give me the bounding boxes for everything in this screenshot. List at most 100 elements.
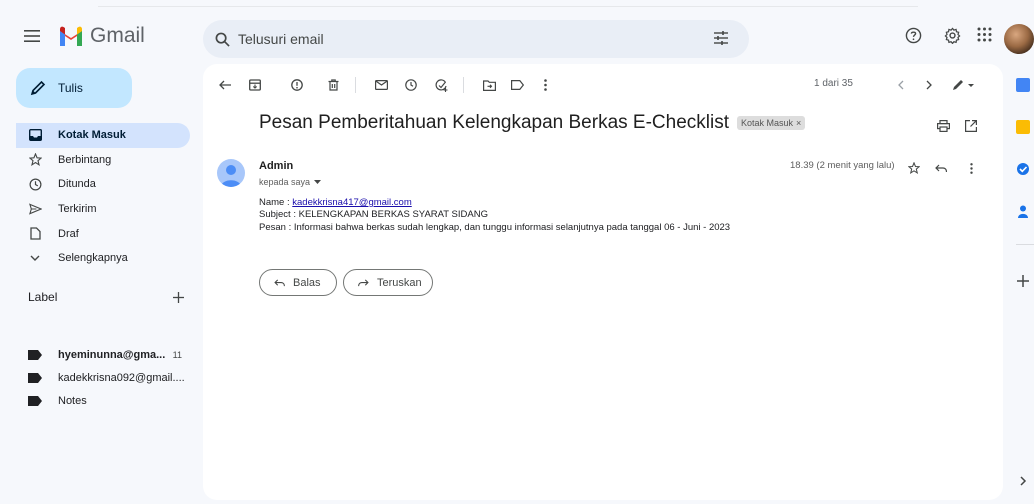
- email-timestamp: 18.39 (2 menit yang lalu): [790, 160, 895, 171]
- input-tools-button[interactable]: [951, 77, 977, 93]
- chevron-down-icon: [28, 251, 42, 265]
- label-button[interactable]: [509, 77, 525, 93]
- reply-icon-button[interactable]: [933, 160, 949, 176]
- contacts-icon[interactable]: [1016, 204, 1030, 218]
- archive-button[interactable]: [247, 77, 263, 93]
- more-actions-button[interactable]: [537, 77, 553, 93]
- search-icon[interactable]: [215, 32, 230, 47]
- body-subject-line: Subject : KELENGKAPAN BERKAS SYARAT SIDA…: [259, 209, 488, 221]
- expand-panel-icon[interactable]: [1016, 474, 1030, 488]
- sender-name[interactable]: Admin: [259, 160, 293, 172]
- toolbar-divider: [355, 77, 356, 93]
- label-tag-icon: [28, 372, 42, 383]
- reply-button[interactable]: Balas: [259, 269, 337, 296]
- sidebar-item-label: Draf: [58, 227, 79, 240]
- label-item[interactable]: Notes: [16, 389, 190, 412]
- chevron-left-icon: [898, 80, 904, 90]
- add-task-icon: [435, 78, 447, 92]
- settings-icon[interactable]: [944, 27, 961, 44]
- sidebar-item-starred[interactable]: Berbintang: [16, 148, 190, 173]
- plus-icon: [173, 291, 184, 303]
- pencil-icon: [30, 80, 46, 96]
- gmail-logo[interactable]: Gmail: [58, 24, 145, 48]
- sidebar-item-label: Kotak Masuk: [58, 129, 126, 142]
- newer-button[interactable]: [893, 77, 909, 93]
- compose-button[interactable]: Tulis: [16, 68, 132, 108]
- sidebar-item-drafts[interactable]: Draf: [16, 221, 190, 246]
- label-item[interactable]: kadekkrisna092@gmail....: [16, 366, 190, 389]
- recipient-details[interactable]: kepada saya: [259, 177, 322, 187]
- message-more-button[interactable]: [963, 160, 979, 176]
- sidebar-item-label: Terkirim: [58, 203, 97, 216]
- sidebar-item-more[interactable]: Selengkapnya: [16, 246, 190, 271]
- subject-row: Pesan Pemberitahuan Kelengkapan Berkas E…: [259, 112, 806, 134]
- report-spam-button[interactable]: [289, 77, 305, 93]
- reply-icon: [274, 279, 285, 287]
- back-button[interactable]: [217, 77, 233, 93]
- folder-move-icon: [482, 79, 496, 91]
- sidebar-nav: Kotak Masuk Berbintang Ditunda Terkirim …: [16, 123, 190, 271]
- compose-label: Tulis: [58, 81, 83, 95]
- inbox-label-chip[interactable]: Kotak Masuk ×: [737, 116, 806, 130]
- main-menu-button[interactable]: [20, 24, 44, 48]
- older-button[interactable]: [921, 77, 937, 93]
- recipient-label: kepada saya: [259, 177, 311, 187]
- sidebar-item-snoozed[interactable]: Ditunda: [16, 172, 190, 197]
- account-avatar[interactable]: [1004, 24, 1034, 54]
- open-new-window-button[interactable]: [963, 118, 979, 134]
- more-vert-icon: [969, 162, 973, 174]
- delete-button[interactable]: [325, 77, 341, 93]
- snooze-button[interactable]: [403, 77, 419, 93]
- caret-down-icon: [314, 180, 322, 184]
- mark-unread-button[interactable]: [373, 77, 389, 93]
- tasks-icon[interactable]: [1016, 162, 1030, 176]
- reply-icon: [935, 164, 947, 172]
- toolbar-divider: [463, 77, 464, 93]
- person-icon: [221, 165, 241, 187]
- forward-button[interactable]: Teruskan: [343, 269, 433, 296]
- apps-icon[interactable]: [977, 27, 992, 42]
- draft-icon: [28, 227, 42, 241]
- side-panel: [1008, 64, 1034, 504]
- remove-label-icon[interactable]: ×: [796, 118, 801, 128]
- sidebar-item-label: Selengkapnya: [58, 252, 128, 265]
- side-divider: [1016, 244, 1034, 245]
- keep-icon[interactable]: [1016, 120, 1030, 134]
- search-input[interactable]: [238, 31, 678, 47]
- top-divider: [98, 6, 918, 7]
- email-body: Name : kadekkrisna417@gmail.com Subject …: [259, 197, 730, 234]
- add-addon-icon[interactable]: [1016, 274, 1030, 288]
- move-to-button[interactable]: [481, 77, 497, 93]
- body-message-line: Pesan : Informasi bahwa berkas sudah len…: [259, 221, 731, 233]
- sender-avatar[interactable]: [217, 159, 245, 187]
- pagination-count: 1 dari 35: [814, 78, 853, 89]
- search-options-icon[interactable]: [713, 30, 729, 46]
- label-tag-icon: [28, 349, 42, 360]
- app-name: Gmail: [90, 24, 145, 47]
- inbox-icon: [28, 128, 42, 142]
- forward-icon: [358, 279, 369, 287]
- label-name: hyeminunna@gma...: [58, 348, 166, 361]
- calendar-icon[interactable]: [1016, 78, 1030, 92]
- print-button[interactable]: [935, 118, 951, 134]
- pen-dropdown-icon: [953, 80, 974, 90]
- label-name: Notes: [58, 394, 87, 407]
- add-task-button[interactable]: [433, 77, 449, 93]
- menu-icon: [24, 30, 40, 42]
- sidebar-item-sent[interactable]: Terkirim: [16, 197, 190, 222]
- label-count: 11: [172, 349, 182, 360]
- sidebar-item-inbox[interactable]: Kotak Masuk: [16, 123, 190, 148]
- add-label-button[interactable]: [173, 291, 184, 303]
- sidebar-item-label: Ditunda: [58, 178, 96, 191]
- star-button[interactable]: [906, 160, 922, 176]
- email-link[interactable]: kadekkrisna417@gmail.com: [292, 197, 411, 208]
- send-icon: [28, 202, 42, 216]
- label-item[interactable]: hyeminunna@gma... 11: [16, 343, 190, 366]
- body-name-line: Name : kadekkrisna417@gmail.com: [259, 197, 730, 209]
- star-icon: [28, 153, 42, 167]
- help-icon[interactable]: [905, 27, 922, 44]
- reply-label: Balas: [293, 276, 321, 289]
- body-name-prefix: Name :: [259, 197, 293, 208]
- clock-icon: [28, 177, 42, 191]
- search-bar[interactable]: [203, 20, 749, 58]
